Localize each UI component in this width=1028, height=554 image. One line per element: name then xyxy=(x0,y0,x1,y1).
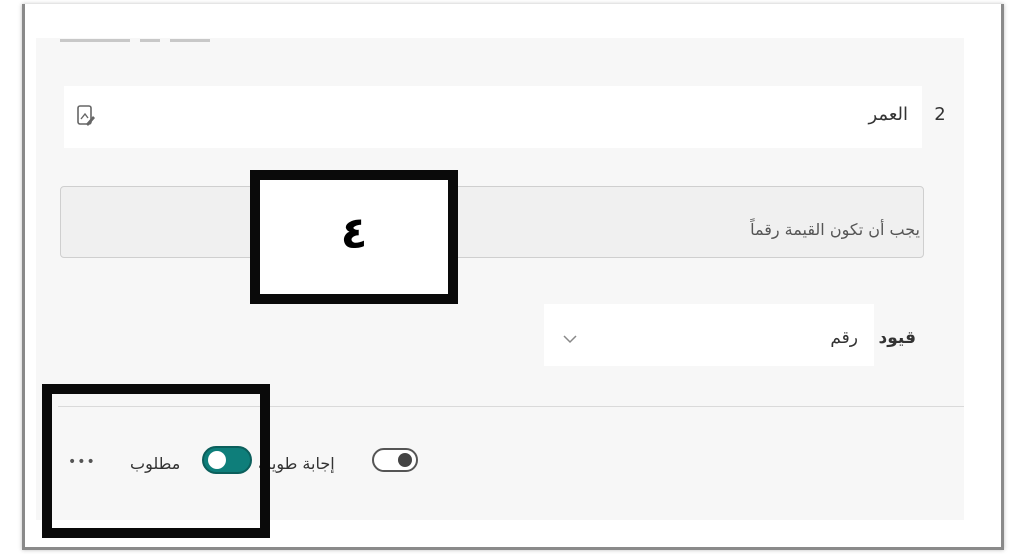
toggle-knob xyxy=(398,453,412,467)
callout-box-4: ٤ xyxy=(250,170,458,304)
constraint-type-value: رقم xyxy=(830,328,858,348)
constraint-type-select[interactable] xyxy=(544,304,874,366)
chevron-down-icon[interactable] xyxy=(562,330,578,344)
callout-box-required xyxy=(42,384,270,538)
top-faded-text xyxy=(60,30,260,46)
validation-message: يجب أن تكون القيمة رقماً xyxy=(750,220,920,239)
question-number: 2 xyxy=(934,104,946,125)
question-title[interactable]: العمر xyxy=(868,104,908,125)
long-answer-toggle[interactable] xyxy=(372,448,418,472)
question-title-row[interactable] xyxy=(64,86,922,148)
image-edit-icon[interactable] xyxy=(76,104,96,128)
constraints-label: قيود xyxy=(878,328,916,348)
callout-number: ٤ xyxy=(340,208,368,259)
